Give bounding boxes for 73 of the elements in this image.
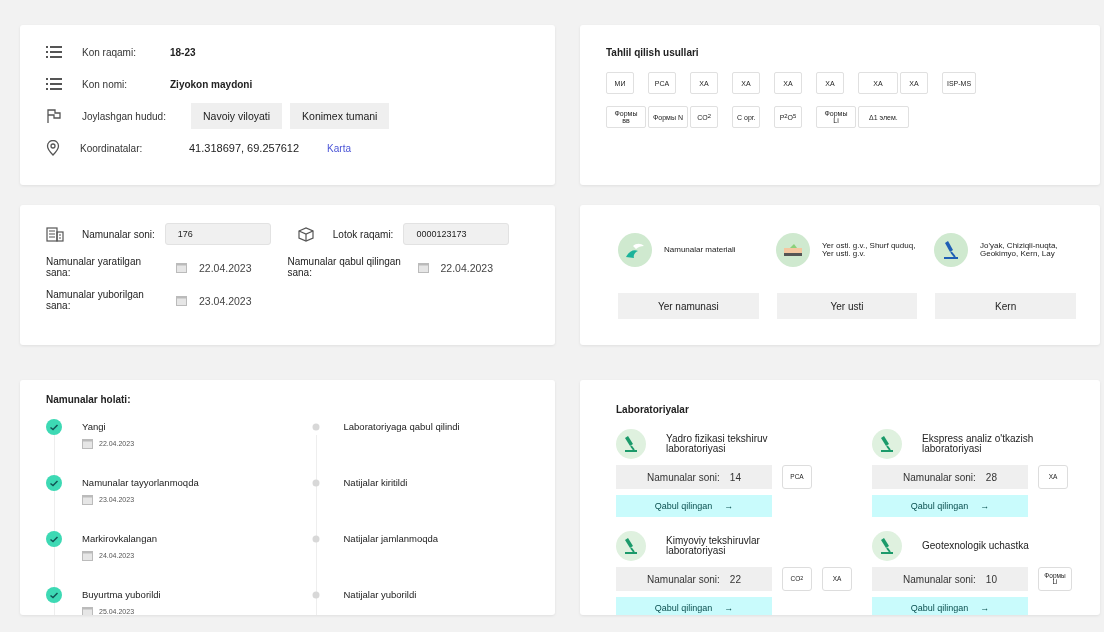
count-value: 10 xyxy=(985,573,997,585)
status-label: Natijalar yuborildi xyxy=(343,589,417,600)
status-label: Namunalar tayyorlanmoqda xyxy=(82,477,199,488)
coordinates-value: 41.318697, 69.257612 xyxy=(189,142,300,154)
status-label: Buyurtma yuborildi xyxy=(82,589,161,600)
section-title: Tahlil qilish usullari xyxy=(606,47,700,58)
sample-count-field[interactable]: 176 xyxy=(164,223,271,245)
field-label: Joylashgan hudud: xyxy=(82,110,167,122)
date-label: Namunalar yuborilgan sana: xyxy=(46,290,145,311)
accepted-button[interactable]: Qabul qilingan → xyxy=(872,597,1028,615)
building-icon xyxy=(46,226,64,242)
sample-type-button[interactable]: Yer usti xyxy=(776,293,918,319)
date-value: 23.04.2023 xyxy=(199,294,252,307)
lab-name: Ekspress analiz o'tkazish laboratoriyasi xyxy=(922,433,1035,455)
region-tag: Navoiy viloyati xyxy=(191,103,283,129)
list-icon xyxy=(46,45,62,59)
count-label: Namunalar soni: xyxy=(903,573,976,585)
calendar-icon xyxy=(82,438,93,449)
box-icon xyxy=(296,226,315,242)
field-label: Kon raqami: xyxy=(82,46,137,58)
lab-name: Kimyoviy tekshiruvlar laboratoriyasi xyxy=(666,535,761,557)
calendar-icon xyxy=(82,494,93,505)
lab-name: Yadro fizikasi tekshiruv laboratoriyasi xyxy=(666,433,769,455)
soil-layers-icon xyxy=(776,233,810,267)
field-label: Koordinatalar: xyxy=(80,142,144,154)
microscope-icon xyxy=(872,429,902,459)
tray-number-field[interactable]: 0000123173 xyxy=(403,223,510,245)
microscope-icon xyxy=(616,531,646,561)
status-label: Markirovkalangan xyxy=(82,533,157,544)
section-title: Laboratoriyalar xyxy=(616,404,690,415)
material-description: Namunalar materiali xyxy=(664,245,736,255)
section-title: Namunalar holati: xyxy=(46,394,132,405)
microscope-icon xyxy=(934,233,968,267)
date-value: 22.04.2023 xyxy=(440,261,494,274)
date-label: Namunalar yaratilgan sana: xyxy=(46,257,143,278)
microscope-icon xyxy=(616,429,646,459)
date-label: Namunalar qabul qilingan sana: xyxy=(287,257,402,278)
material-description: Jo'yak, Chiziqli-nuqta, Geokimyo, Kern, Lay xyxy=(980,241,1059,259)
material-description: Yer osti. g.v., Shurf quduq, Yer usti. g.v. xyxy=(822,241,917,259)
status-label: Natijalar jamlanmoqda xyxy=(343,533,439,544)
location-pin-icon xyxy=(46,140,60,156)
calendar-icon xyxy=(82,550,93,561)
lab-name: Geotexnologik uchastka xyxy=(922,540,1029,552)
count-value: 28 xyxy=(985,471,997,483)
field-value: Ziyokon maydoni xyxy=(170,78,253,90)
calendar-icon xyxy=(82,606,93,615)
count-value: 22 xyxy=(729,573,741,585)
sample-type-button[interactable]: Kern xyxy=(935,293,1076,319)
region-tag: Konimex tumani xyxy=(290,103,390,129)
calendar-icon xyxy=(417,262,429,273)
status-label: Yangi xyxy=(82,421,106,432)
count-label: Namunalar soni: xyxy=(647,471,720,483)
count-label: Namunalar soni: xyxy=(903,471,976,483)
sample-type-button[interactable]: Yer namunasi xyxy=(618,293,759,319)
date-value: 22.04.2023 xyxy=(199,261,252,274)
count-label: Namunalar soni: xyxy=(647,573,720,585)
field-label: Namunalar soni: xyxy=(82,228,155,240)
field-value: 18-23 xyxy=(170,46,196,58)
microscope-icon xyxy=(872,531,902,561)
field-label: Kon nomi: xyxy=(82,78,129,90)
status-label: Laboratoriyaga qabul qilindi xyxy=(343,421,460,432)
flag-icon xyxy=(46,108,62,124)
wave-icon xyxy=(618,233,652,267)
accepted-button[interactable]: Qabul qilingan → xyxy=(616,495,772,517)
map-link[interactable]: Karta xyxy=(327,142,351,154)
accepted-button[interactable]: Qabul qilingan → xyxy=(872,495,1028,517)
calendar-icon xyxy=(176,262,187,273)
status-label: Natijalar kiritildi xyxy=(343,477,408,488)
count-value: 14 xyxy=(729,471,741,483)
field-label: Lotok raqami: xyxy=(332,228,394,240)
list-icon xyxy=(46,77,62,91)
accepted-button[interactable]: Qabul qilingan → xyxy=(616,597,772,615)
calendar-icon xyxy=(176,295,187,306)
